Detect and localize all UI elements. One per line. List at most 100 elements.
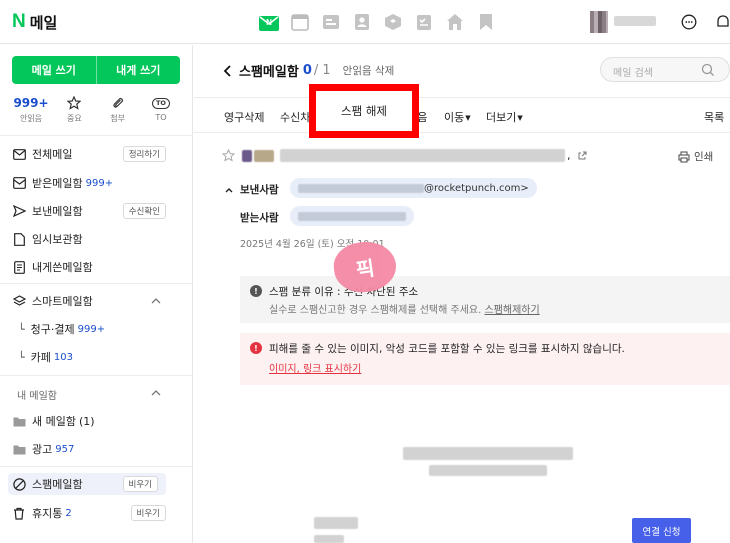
- search-input[interactable]: 메일 검색: [600, 57, 730, 82]
- block-icon: [12, 477, 26, 491]
- sidebar-item-to-self[interactable]: 내게쓴메일함: [12, 256, 180, 278]
- caret-down-icon: ▼: [517, 114, 523, 122]
- show-images-links-link[interactable]: 이미지, 링크 표시하기: [269, 360, 361, 375]
- collapse-chevron-icon[interactable]: [224, 185, 234, 195]
- print-button[interactable]: 인쇄: [678, 149, 713, 164]
- print-label: 인쇄: [694, 151, 714, 163]
- quick-unread[interactable]: 999+ 안읽음: [12, 95, 50, 124]
- list-button[interactable]: 목록: [704, 109, 724, 125]
- quick-to-label: TO: [155, 113, 167, 122]
- note-icon: [12, 260, 26, 274]
- sender-email: @rocketpunch.com>: [424, 182, 529, 194]
- write-to-self-button[interactable]: 내게 쓰기: [95, 56, 181, 84]
- chat-icon[interactable]: [679, 12, 699, 32]
- sidebar-item-new-mailbox[interactable]: 새 메일함 (1): [12, 410, 180, 432]
- envelope-icon: [12, 147, 26, 161]
- empty-spam-button[interactable]: 비우기: [122, 476, 158, 492]
- delete-forever-button[interactable]: 영구삭제: [224, 109, 264, 125]
- mail-toolbar: 영구삭제 수신차단 안읽음 이동▼ 더보기▼ 목록: [194, 97, 730, 133]
- bell-icon[interactable]: [713, 12, 730, 32]
- write-mail-button[interactable]: 메일 쓰기: [12, 56, 96, 84]
- search-placeholder: 메일 검색: [613, 68, 653, 79]
- sidebar-item-label: 받은메일함: [32, 177, 83, 190]
- sender-name-blurred: [298, 183, 424, 193]
- my-mailbox-title: 내 메일함: [17, 391, 57, 402]
- quick-unread-label: 안읽음: [19, 114, 43, 123]
- avatar[interactable]: [590, 11, 608, 33]
- sidebar-item-label: 새 메일함: [32, 415, 76, 428]
- warning-icon: !: [250, 342, 262, 354]
- trash-icon: [12, 506, 26, 520]
- trash-count: 2: [65, 507, 72, 519]
- app-switcher: N: [259, 12, 496, 32]
- sidebar-item-spam[interactable]: 스팸메일함 비우기: [8, 473, 166, 495]
- cafe-count: 103: [53, 351, 73, 363]
- naver-mail-logo[interactable]: N 메일: [12, 11, 57, 33]
- mail-logo-text: 메일: [29, 13, 58, 32]
- todo-icon[interactable]: [414, 12, 434, 32]
- contacts-icon[interactable]: [352, 12, 372, 32]
- receiver-chip[interactable]: [290, 206, 414, 226]
- user-name-blurred[interactable]: [614, 16, 656, 26]
- delete-unread-link[interactable]: 안읽음 삭제: [343, 63, 395, 78]
- send-icon: [12, 204, 26, 218]
- mailbox-total: / 1: [313, 63, 331, 78]
- external-link-icon[interactable]: [577, 151, 587, 161]
- subject-blurred: [280, 149, 565, 162]
- mail-view: 스팸메일함 0 / 1 안읽음 삭제 메일 검색 영구삭제 수신차단 안읽음 이…: [194, 45, 730, 543]
- sidebar-item-billing[interactable]: └ 청구·결제 999+: [12, 318, 180, 340]
- naver-logo-letter: N: [12, 11, 26, 32]
- connect-request-button[interactable]: 연결 신청: [632, 518, 691, 543]
- sidebar-item-all-mail[interactable]: 전체메일 정리하기: [12, 143, 180, 165]
- mailbox-header: 스팸메일함 0 / 1 안읽음 삭제: [222, 61, 394, 80]
- quick-attachment-label: 첨부: [110, 114, 126, 123]
- quick-filters: 999+ 안읽음 중요 첨부 TO TO: [12, 95, 180, 124]
- sidebar-item-label: 카페: [30, 351, 51, 364]
- home-icon[interactable]: [445, 12, 465, 32]
- top-bar: N 메일 N: [0, 0, 730, 44]
- calendar-icon[interactable]: [290, 12, 310, 32]
- subject-blurred: [242, 149, 252, 162]
- layers-icon: [12, 294, 26, 308]
- back-arrow-icon[interactable]: [222, 64, 234, 78]
- sidebar-item-trash[interactable]: 휴지통 2 비우기: [12, 502, 180, 524]
- bookmark-icon[interactable]: [476, 12, 496, 32]
- write-button-group: 메일 쓰기 내게 쓰기: [12, 56, 180, 84]
- draft-icon: [12, 232, 26, 246]
- sidebar-item-cafe[interactable]: └ 카페 103: [12, 346, 180, 368]
- chevron-up-icon[interactable]: [150, 387, 162, 399]
- move-label: 이동: [444, 111, 465, 124]
- sidebar-item-label: 임시보관함: [32, 233, 83, 246]
- move-dropdown[interactable]: 이동▼: [444, 109, 471, 125]
- inbox-count: 999+: [85, 177, 114, 189]
- spam-reason-desc: 실수로 스팸신고한 경우 스팸해제를 선택해 주세요.: [269, 305, 482, 316]
- quick-attachment[interactable]: 첨부: [99, 95, 137, 124]
- star-icon[interactable]: [222, 149, 235, 162]
- sidebar-item-ads[interactable]: 광고 957: [12, 438, 180, 460]
- new-mailbox-count: (1): [78, 414, 95, 428]
- empty-trash-button[interactable]: 비우기: [130, 505, 166, 521]
- box-icon[interactable]: [383, 12, 403, 32]
- memo-icon[interactable]: [321, 12, 341, 32]
- sidebar-item-label: 청구·결제: [30, 323, 75, 336]
- read-receipt-button[interactable]: 수신확인: [122, 203, 166, 219]
- quick-to-me[interactable]: TO TO: [142, 95, 180, 124]
- quick-important[interactable]: 중요: [55, 95, 93, 124]
- unspam-link[interactable]: 스팸해제하기: [484, 305, 539, 316]
- caret-down-icon: ▼: [465, 114, 471, 122]
- warning-text: 피해를 줄 수 있는 이미지, 악성 코드를 포함할 수 있는 링크를 표시하지…: [269, 343, 625, 355]
- sidebar-item-drafts[interactable]: 임시보관함: [12, 228, 180, 250]
- sender-chip[interactable]: @rocketpunch.com>: [290, 178, 537, 198]
- security-warning: ! 피해를 줄 수 있는 이미지, 악성 코드를 포함할 수 있는 링크를 표시…: [240, 333, 730, 385]
- chevron-up-icon[interactable]: [150, 295, 162, 307]
- sidebar-item-sent[interactable]: 보낸메일함 수신확인: [12, 200, 180, 222]
- page-title: 스팸메일함: [239, 65, 299, 80]
- unread-count: 999+: [13, 96, 49, 110]
- organize-button[interactable]: 정리하기: [122, 146, 166, 162]
- highlight-box: [309, 84, 419, 138]
- sidebar-divider: [0, 283, 193, 284]
- mail-app-icon[interactable]: N: [259, 12, 279, 32]
- search-icon[interactable]: [701, 63, 715, 77]
- sidebar-item-inbox[interactable]: 받은메일함 999+: [12, 172, 180, 194]
- more-dropdown[interactable]: 더보기▼: [486, 109, 523, 125]
